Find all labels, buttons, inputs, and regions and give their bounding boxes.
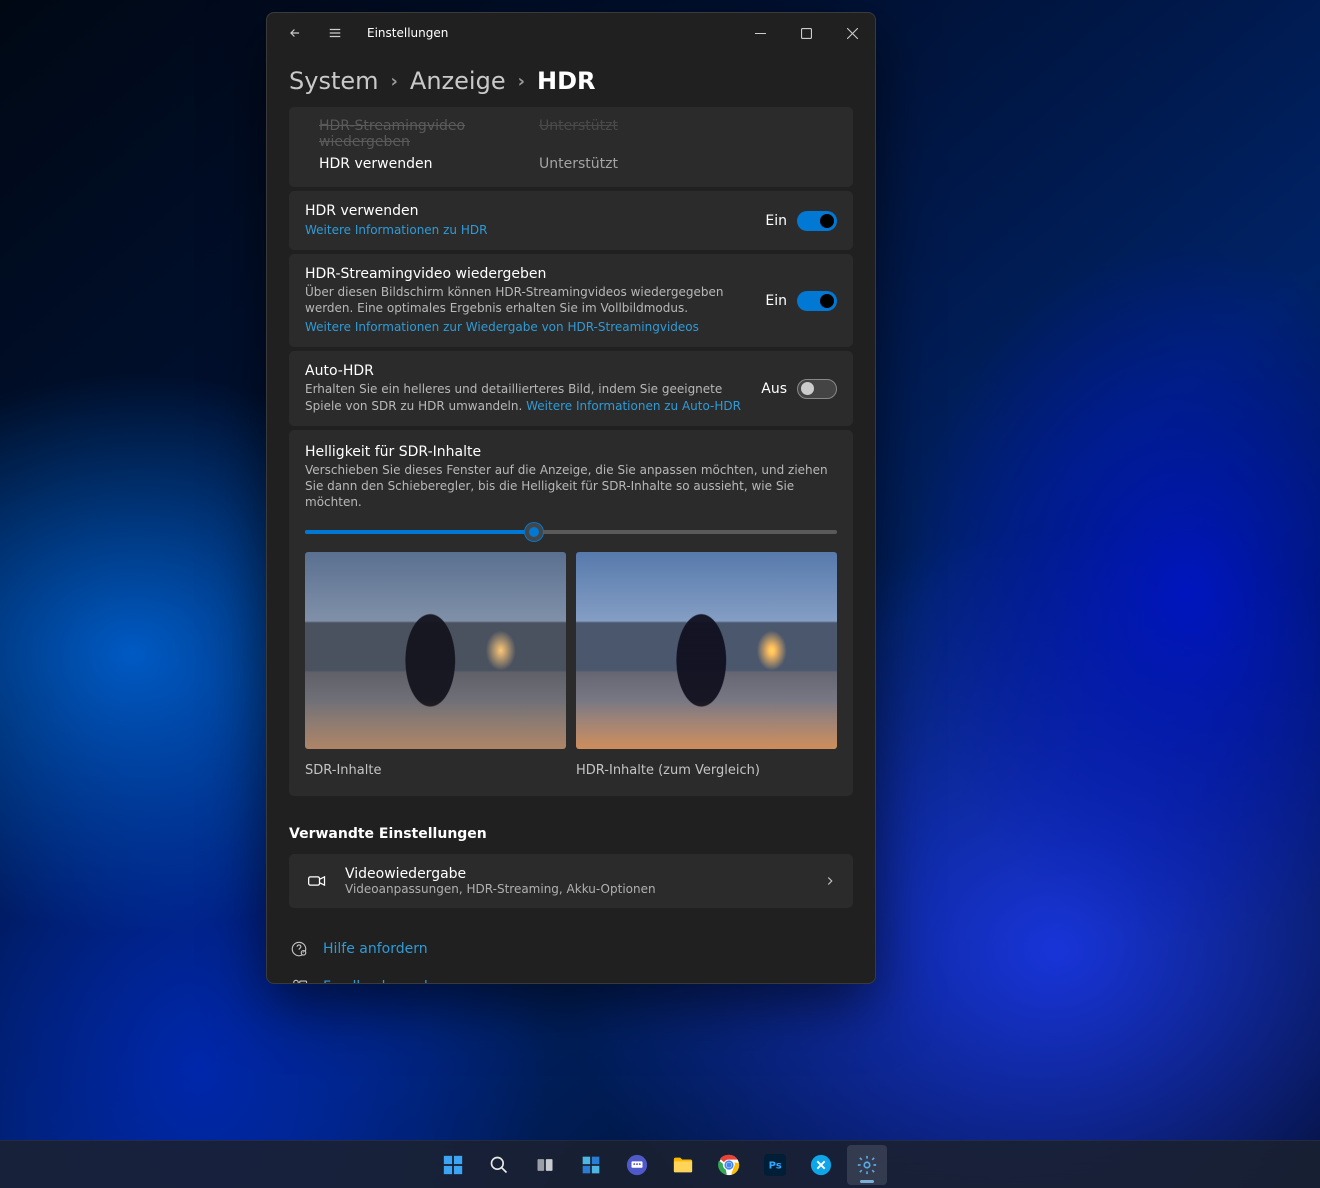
setting-description: Über diesen Bildschirm können HDR-Stream… (305, 284, 745, 316)
file-explorer-icon[interactable] (663, 1145, 703, 1185)
maximize-button[interactable] (783, 17, 829, 49)
video-camera-icon (305, 869, 329, 893)
chrome-icon[interactable] (709, 1145, 749, 1185)
close-button[interactable] (829, 17, 875, 49)
display-capabilities-card: HDR-Streamingvideo wiedergeben Unterstüt… (289, 107, 853, 187)
help-link[interactable]: Hilfe anfordern (289, 932, 853, 966)
setting-description: Verschieben Sie dieses Fenster auf die A… (305, 462, 837, 511)
back-button[interactable] (277, 17, 313, 49)
toggle-state-label: Ein (765, 293, 787, 309)
cap-row-value: Unterstützt (539, 118, 618, 150)
sdr-brightness-slider[interactable] (305, 530, 837, 534)
minimize-button[interactable] (737, 17, 783, 49)
preview-caption: HDR-Inhalte (zum Vergleich) (576, 763, 837, 778)
feedback-link[interactable]: Feedback senden (289, 970, 853, 983)
titlebar: Einstellungen (267, 13, 875, 53)
hdr-streaming-card: HDR-Streamingvideo wiedergeben Über dies… (289, 254, 853, 347)
cap-row-value: Unterstützt (539, 156, 618, 172)
nav-item-title: Videowiedergabe (345, 866, 656, 882)
hdr-preview: HDR-Inhalte (zum Vergleich) (576, 552, 837, 777)
start-button[interactable] (433, 1145, 473, 1185)
nav-item-subtitle: Videoanpassungen, HDR-Streaming, Akku-Op… (345, 882, 656, 896)
toggle-state-label: Ein (765, 213, 787, 229)
sdr-preview: SDR-Inhalte (305, 552, 566, 777)
hdr-preview-image (576, 552, 837, 748)
breadcrumb-anzeige[interactable]: Anzeige (410, 67, 506, 95)
setting-title: Helligkeit für SDR-Inhalte (305, 444, 837, 460)
cap-row-label: HDR-Streamingvideo wiedergeben (319, 118, 539, 150)
video-playback-link[interactable]: Videowiedergabe Videoanpassungen, HDR-St… (289, 854, 853, 908)
chevron-right-icon: › (518, 71, 525, 92)
cap-row-label: HDR verwenden (319, 156, 539, 172)
settings-icon[interactable] (847, 1145, 887, 1185)
taskbar: Ps (0, 1140, 1320, 1188)
hdr-streaming-toggle[interactable] (797, 291, 837, 311)
use-hdr-toggle[interactable] (797, 211, 837, 231)
svg-text:Ps: Ps (769, 1160, 782, 1171)
feedback-link-label: Feedback senden (323, 979, 445, 983)
sdr-brightness-card: Helligkeit für SDR-Inhalte Verschieben S… (289, 430, 853, 796)
setting-title: HDR verwenden (305, 203, 765, 219)
hdr-streaming-info-link[interactable]: Weitere Informationen zur Wiedergabe von… (305, 320, 699, 334)
setting-description: Erhalten Sie ein helleres und detaillier… (305, 381, 741, 413)
related-settings-heading: Verwandte Einstellungen (289, 826, 853, 842)
use-hdr-card: HDR verwenden Weitere Informationen zu H… (289, 191, 853, 250)
toggle-state-label: Aus (761, 381, 787, 397)
slider-fill (305, 530, 534, 534)
chevron-right-icon (823, 874, 837, 888)
hdr-info-link[interactable]: Weitere Informationen zu HDR (305, 223, 487, 237)
search-button[interactable] (479, 1145, 519, 1185)
breadcrumb-system[interactable]: System (289, 67, 379, 95)
chevron-right-icon: › (391, 71, 398, 92)
slider-thumb[interactable] (525, 523, 543, 541)
auto-hdr-info-link[interactable]: Weitere Informationen zu Auto-HDR (526, 399, 741, 413)
photoshop-icon[interactable]: Ps (755, 1145, 795, 1185)
auto-hdr-toggle[interactable] (797, 379, 837, 399)
settings-window: Einstellungen System › Anzeige › HDR HDR… (266, 12, 876, 984)
help-icon (289, 940, 309, 958)
window-title: Einstellungen (367, 26, 448, 40)
feedback-icon (289, 978, 309, 983)
app-icon[interactable] (801, 1145, 841, 1185)
nav-menu-button[interactable] (317, 17, 353, 49)
preview-caption: SDR-Inhalte (305, 763, 566, 778)
sdr-preview-image (305, 552, 566, 748)
help-link-label: Hilfe anfordern (323, 941, 428, 957)
content-area[interactable]: HDR-Streamingvideo wiedergeben Unterstüt… (267, 107, 875, 983)
setting-title: HDR-Streamingvideo wiedergeben (305, 266, 745, 282)
widgets-button[interactable] (571, 1145, 611, 1185)
auto-hdr-card: Auto-HDR Erhalten Sie ein helleres und d… (289, 351, 853, 425)
setting-title: Auto-HDR (305, 363, 741, 379)
task-view-button[interactable] (525, 1145, 565, 1185)
breadcrumb: System › Anzeige › HDR (267, 53, 875, 107)
breadcrumb-hdr: HDR (537, 67, 596, 95)
chat-button[interactable] (617, 1145, 657, 1185)
